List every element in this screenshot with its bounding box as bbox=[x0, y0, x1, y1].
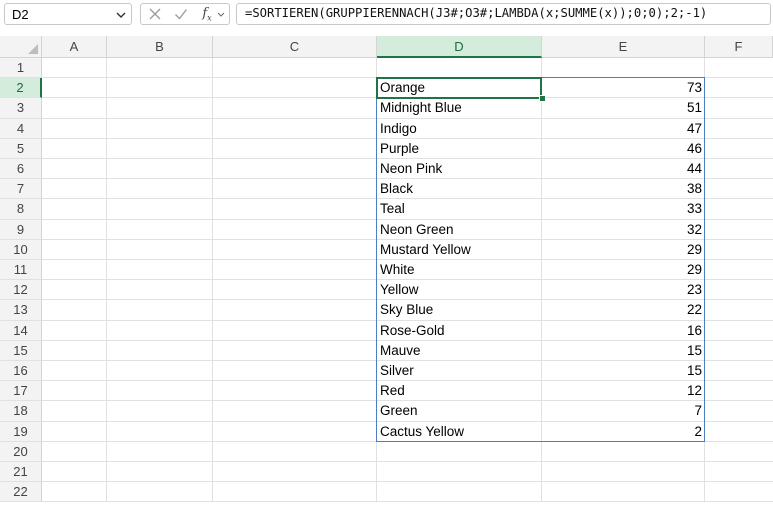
cell-e12[interactable]: 23 bbox=[544, 280, 702, 300]
gridline-row bbox=[42, 481, 773, 483]
cell-d15[interactable]: Mauve bbox=[380, 341, 539, 361]
row-header-7[interactable]: 7 bbox=[0, 179, 42, 200]
cell-e5[interactable]: 46 bbox=[544, 139, 702, 159]
row-header-5[interactable]: 5 bbox=[0, 138, 42, 159]
column-header-d[interactable]: D bbox=[377, 36, 542, 58]
formula-input[interactable]: =SORTIEREN(GRUPPIERENNACH(J3#;O3#;LAMBDA… bbox=[236, 3, 771, 25]
cell-d16[interactable]: Silver bbox=[380, 361, 539, 381]
cell-e15[interactable]: 15 bbox=[544, 341, 702, 361]
gridline-column bbox=[106, 58, 107, 503]
cell-e3[interactable]: 51 bbox=[544, 98, 702, 118]
cell-d8[interactable]: Teal bbox=[380, 199, 539, 219]
insert-function-button[interactable]: fx bbox=[197, 5, 217, 23]
row-header-21[interactable]: 21 bbox=[0, 462, 42, 483]
gridline-column bbox=[376, 58, 377, 503]
row-header-1[interactable]: 1 bbox=[0, 58, 42, 79]
cell-d18[interactable]: Green bbox=[380, 401, 539, 421]
row-header-16[interactable]: 16 bbox=[0, 361, 42, 382]
cell-d3[interactable]: Midnight Blue bbox=[380, 98, 539, 118]
cell-d7[interactable]: Black bbox=[380, 179, 539, 199]
cell-e14[interactable]: 16 bbox=[544, 321, 702, 341]
row-header-3[interactable]: 3 bbox=[0, 98, 42, 119]
cell-d4[interactable]: Indigo bbox=[380, 119, 539, 139]
cell-d6[interactable]: Neon Pink bbox=[380, 159, 539, 179]
gridline-column bbox=[541, 58, 542, 503]
row-header-10[interactable]: 10 bbox=[0, 239, 42, 260]
cell-d12[interactable]: Yellow bbox=[380, 280, 539, 300]
cell-d5[interactable]: Purple bbox=[380, 139, 539, 159]
row-header-8[interactable]: 8 bbox=[0, 199, 42, 220]
cell-e2[interactable]: 73 bbox=[544, 78, 702, 98]
cell-e19[interactable]: 2 bbox=[544, 422, 702, 442]
gridline-column bbox=[704, 58, 705, 503]
cell-d17[interactable]: Red bbox=[380, 381, 539, 401]
row-header-2[interactable]: 2 bbox=[0, 78, 42, 99]
formula-text: =SORTIEREN(GRUPPIERENNACH(J3#;O3#;LAMBDA… bbox=[245, 6, 708, 20]
cell-e17[interactable]: 12 bbox=[544, 381, 702, 401]
column-header-c[interactable]: C bbox=[213, 36, 377, 58]
cell-e18[interactable]: 7 bbox=[544, 401, 702, 421]
cell-e13[interactable]: 22 bbox=[544, 300, 702, 320]
row-header-18[interactable]: 18 bbox=[0, 401, 42, 422]
cell-e8[interactable]: 33 bbox=[544, 199, 702, 219]
cell-e7[interactable]: 38 bbox=[544, 179, 702, 199]
row-header-13[interactable]: 13 bbox=[0, 300, 42, 321]
cell-e16[interactable]: 15 bbox=[544, 361, 702, 381]
row-header-14[interactable]: 14 bbox=[0, 320, 42, 341]
name-box-value: D2 bbox=[12, 7, 29, 22]
active-cell-d2[interactable] bbox=[376, 77, 542, 99]
formula-buttons: fx bbox=[140, 3, 230, 25]
row-header-22[interactable]: 22 bbox=[0, 482, 42, 503]
name-box[interactable]: D2 bbox=[4, 3, 132, 25]
gridline-column bbox=[212, 58, 213, 503]
column-header-b[interactable]: B bbox=[107, 36, 213, 58]
cell-e6[interactable]: 44 bbox=[544, 159, 702, 179]
cell-d9[interactable]: Neon Green bbox=[380, 220, 539, 240]
cell-e4[interactable]: 47 bbox=[544, 119, 702, 139]
row-header-20[interactable]: 20 bbox=[0, 441, 42, 462]
cell-e10[interactable]: 29 bbox=[544, 240, 702, 260]
cell-d11[interactable]: White bbox=[380, 260, 539, 280]
row-header-17[interactable]: 17 bbox=[0, 381, 42, 402]
fill-handle[interactable] bbox=[539, 95, 546, 103]
cell-e9[interactable]: 32 bbox=[544, 220, 702, 240]
close-icon[interactable] bbox=[145, 6, 165, 22]
row-header-11[interactable]: 11 bbox=[0, 260, 42, 281]
check-icon[interactable] bbox=[171, 6, 191, 22]
cell-d10[interactable]: Mustard Yellow bbox=[380, 240, 539, 260]
column-header-f[interactable]: F bbox=[705, 36, 773, 58]
chevron-down-icon[interactable] bbox=[215, 6, 227, 22]
column-header-a[interactable]: A bbox=[42, 36, 107, 58]
cell-d13[interactable]: Sky Blue bbox=[380, 300, 539, 320]
cell-e11[interactable]: 29 bbox=[544, 260, 702, 280]
column-header-e[interactable]: E bbox=[542, 36, 705, 58]
cell-d19[interactable]: Cactus Yellow bbox=[380, 422, 539, 442]
chevron-down-icon[interactable] bbox=[115, 9, 127, 24]
row-header-4[interactable]: 4 bbox=[0, 118, 42, 139]
fx-icon: fx bbox=[202, 5, 212, 23]
cell-d14[interactable]: Rose-Gold bbox=[380, 321, 539, 341]
row-header-12[interactable]: 12 bbox=[0, 280, 42, 301]
select-all-button[interactable] bbox=[0, 36, 42, 58]
row-header-15[interactable]: 15 bbox=[0, 340, 42, 361]
row-header-6[interactable]: 6 bbox=[0, 159, 42, 180]
row-header-19[interactable]: 19 bbox=[0, 421, 42, 442]
formula-bar-area: D2 fx =SORTIEREN(GRUPPIERENNACH(J3#;O3#;… bbox=[0, 0, 773, 29]
gridline-row bbox=[42, 501, 773, 503]
gridline-row bbox=[42, 461, 773, 462]
row-header-9[interactable]: 9 bbox=[0, 219, 42, 240]
